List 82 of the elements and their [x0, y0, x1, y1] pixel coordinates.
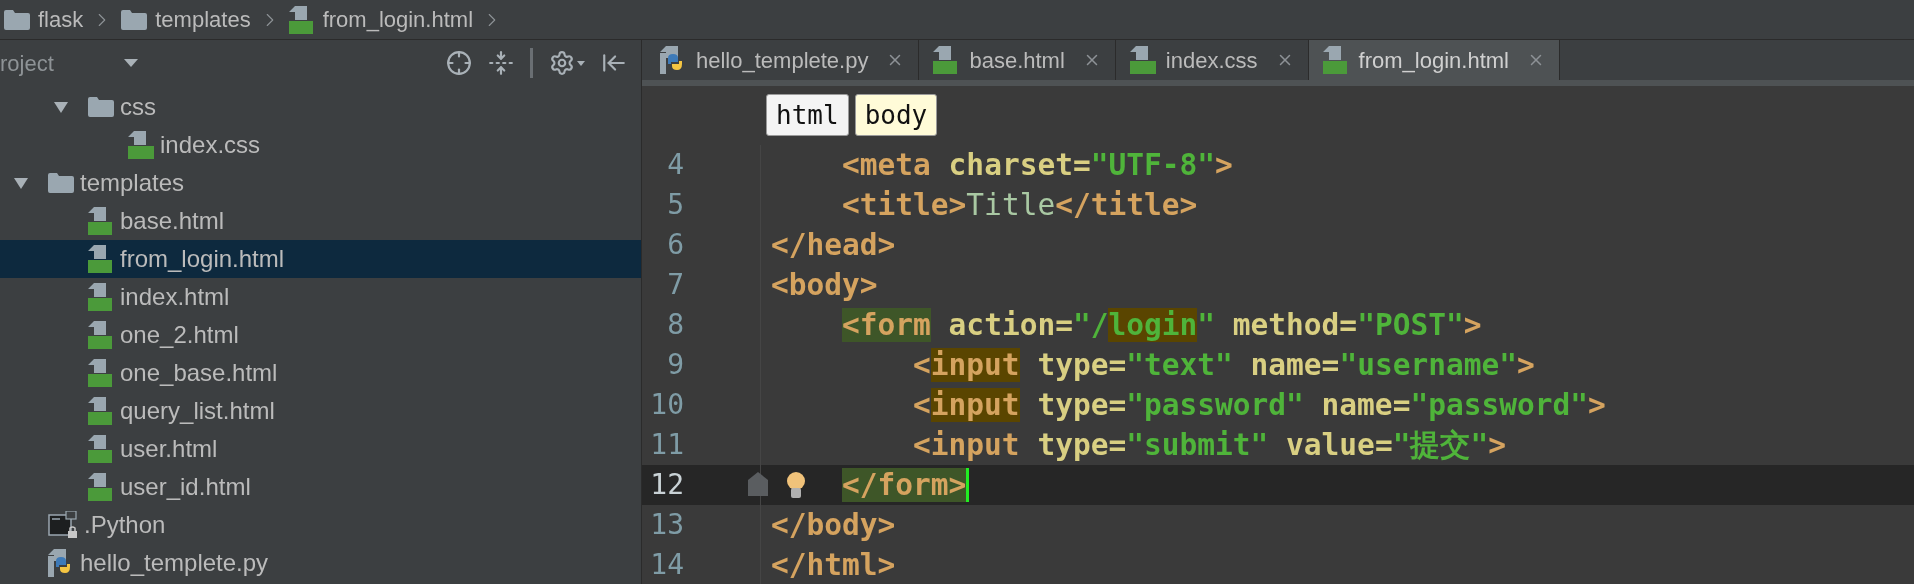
code-line: </head>: [771, 227, 896, 264]
line-number: 6: [666, 227, 684, 263]
html-file-icon: [88, 359, 114, 387]
line-number: 4: [666, 147, 684, 183]
expand-caret-icon[interactable]: [54, 100, 68, 114]
tree-item-label: from_login.html: [120, 247, 285, 271]
tree-row[interactable]: hello_templete.py: [0, 544, 641, 582]
html-file-icon: [88, 435, 114, 463]
breadcrumb-item[interactable]: templates: [121, 3, 251, 36]
breadcrumb-tag[interactable]: body: [854, 94, 938, 136]
breadcrumb-item[interactable]: from_login.html: [288, 3, 474, 36]
line-number: 8: [666, 307, 684, 343]
terminal-icon: [48, 511, 78, 539]
tree-row[interactable]: base.html: [0, 202, 641, 240]
tree-item-label: css: [120, 95, 156, 119]
fold-marker-icon[interactable]: [748, 472, 768, 496]
tree-item-label: one_base.html: [120, 361, 278, 385]
code-line: <meta charset="UTF-8">: [842, 147, 1233, 184]
tree-row[interactable]: user_id.html: [0, 468, 641, 506]
folder-icon: [121, 9, 148, 30]
line-number: 5: [666, 187, 684, 223]
breadcrumb-item[interactable]: flask: [4, 3, 84, 36]
css-file-icon: [128, 131, 154, 159]
css-file-icon: [1129, 46, 1156, 74]
html-file-icon: [88, 397, 114, 425]
html-file-icon: [288, 5, 315, 34]
breadcrumb-tag[interactable]: html: [766, 94, 849, 136]
code-line: <body>: [771, 267, 878, 304]
tree-row[interactable]: css: [0, 88, 641, 126]
settings-icon[interactable]: [549, 50, 575, 76]
html-file-icon: [88, 473, 114, 501]
html-file-icon: [88, 283, 114, 311]
tree-item-label: query_list.html: [120, 399, 275, 423]
html-file-icon: [933, 46, 960, 74]
tree-row[interactable]: one_base.html: [0, 354, 641, 392]
folder-icon: [48, 173, 74, 193]
folder-icon: [4, 9, 30, 30]
line-number: 9: [666, 347, 684, 383]
locate-icon[interactable]: [446, 50, 472, 76]
text-cursor: [966, 468, 970, 502]
code-line: <input type="text" name="username">: [913, 347, 1535, 384]
line-number: 13: [649, 507, 684, 543]
tree-item-label: one_2.html: [120, 323, 239, 347]
tree-row[interactable]: templates: [0, 164, 641, 202]
tree-row[interactable]: from_login.html: [0, 240, 641, 278]
tree-item-label: templates: [80, 171, 185, 195]
code-line: </body>: [771, 507, 896, 544]
line-number: 10: [649, 387, 684, 423]
tree-item-label: index.css: [160, 133, 261, 157]
line-number: 7: [666, 267, 684, 303]
tree-row[interactable]: one_2.html: [0, 316, 641, 354]
panel-title: roject: [0, 49, 54, 78]
tree-item-label: user.html: [120, 437, 218, 461]
tree-row[interactable]: .Python: [0, 506, 641, 544]
editor-tab[interactable]: from_login.html: [1308, 40, 1560, 80]
line-number: 12: [649, 467, 684, 503]
line-number: 14: [649, 547, 684, 583]
code-line: <input type="password" name="password">: [913, 387, 1606, 424]
code-line: <input type="submit" value="提交">: [913, 427, 1506, 464]
expand-caret-icon[interactable]: [14, 176, 28, 190]
tree-item-label: base.html: [120, 209, 225, 233]
caret-icon[interactable]: [577, 60, 585, 66]
collapse-all-icon[interactable]: [488, 50, 514, 76]
tree-row[interactable]: user.html: [0, 430, 641, 468]
tree-row[interactable]: index.css: [0, 126, 641, 164]
html-file-icon: [88, 207, 114, 235]
lightbulb-icon[interactable]: [786, 472, 806, 500]
html-file-icon: [1322, 46, 1349, 74]
tree-item-label: index.html: [120, 285, 230, 309]
tree-item-label: hello_templete.py: [80, 551, 269, 575]
line-number: 11: [649, 427, 684, 463]
code-line: <form action="/login" method="POST">: [842, 307, 1482, 344]
tree-item-label: .Python: [84, 513, 166, 537]
code-line: </html>: [771, 547, 896, 584]
dropdown-caret-icon[interactable]: [123, 59, 138, 67]
html-file-icon: [88, 245, 114, 273]
tree-row[interactable]: query_list.html: [0, 392, 641, 430]
html-file-icon: [88, 321, 114, 349]
code-line: <title>Title</title>: [842, 187, 1198, 224]
folder-icon: [88, 97, 114, 117]
tree-item-label: user_id.html: [120, 475, 251, 499]
tree-row[interactable]: index.html: [0, 278, 641, 316]
